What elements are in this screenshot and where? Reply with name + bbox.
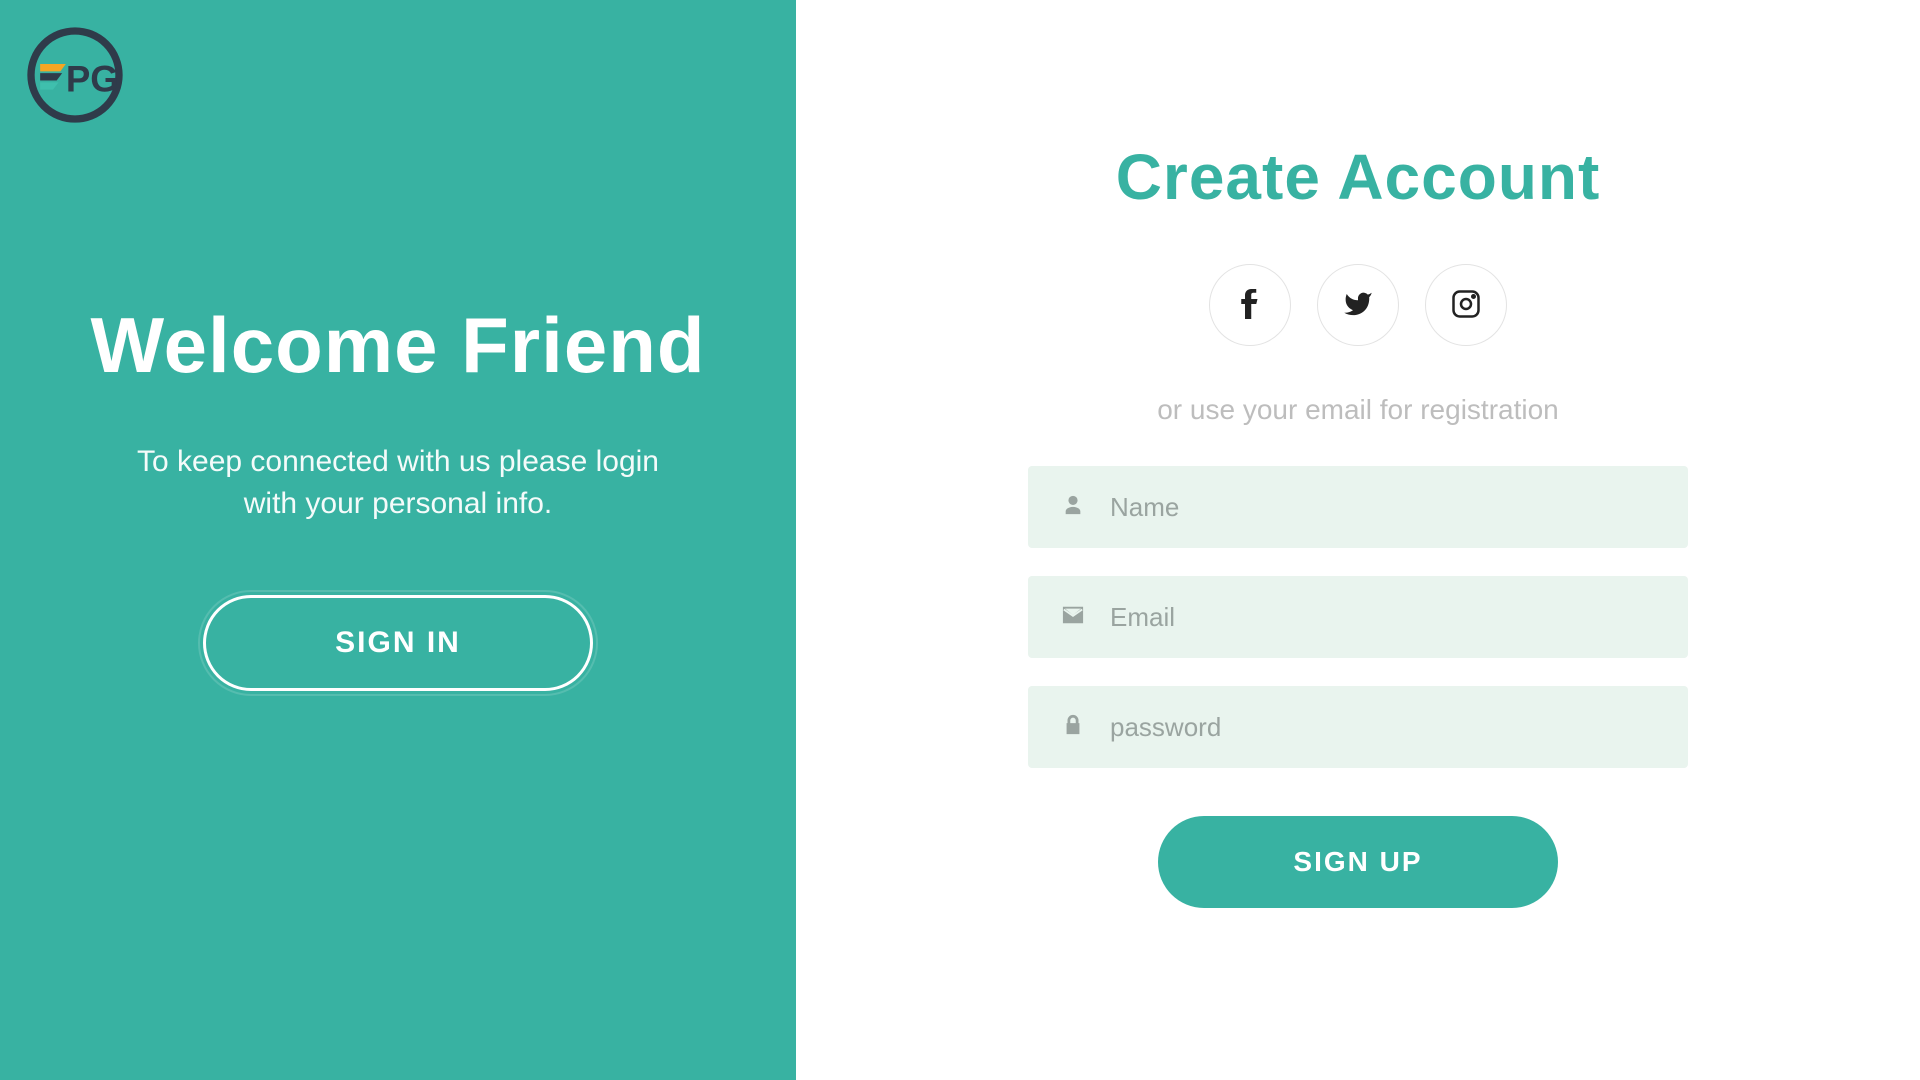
or-use-email-text: or use your email for registration (1157, 394, 1559, 426)
name-field[interactable] (1028, 466, 1688, 548)
welcome-title: Welcome Friend (90, 300, 705, 391)
signup-panel: Create Account or use your email for reg… (796, 0, 1920, 1080)
welcome-panel: PG Welcome Friend To keep connected with… (0, 0, 796, 1080)
social-row (1209, 264, 1507, 346)
svg-text:PG: PG (66, 59, 119, 100)
brand-logo: PG (20, 20, 130, 130)
instagram-button[interactable] (1425, 264, 1507, 346)
user-icon (1062, 494, 1110, 521)
instagram-icon (1451, 289, 1481, 322)
welcome-subtitle: To keep connected with us please login w… (118, 441, 678, 525)
lock-icon (1062, 714, 1110, 741)
signin-button[interactable]: SIGN IN (203, 595, 593, 691)
email-input[interactable] (1110, 602, 1654, 633)
create-account-title: Create Account (1116, 140, 1601, 214)
facebook-icon (1235, 289, 1265, 322)
twitter-button[interactable] (1317, 264, 1399, 346)
twitter-icon (1343, 289, 1373, 322)
envelope-icon (1062, 604, 1110, 631)
password-field[interactable] (1028, 686, 1688, 768)
signup-button[interactable]: SIGN UP (1158, 816, 1558, 908)
facebook-button[interactable] (1209, 264, 1291, 346)
email-field[interactable] (1028, 576, 1688, 658)
name-input[interactable] (1110, 492, 1654, 523)
password-input[interactable] (1110, 712, 1654, 743)
